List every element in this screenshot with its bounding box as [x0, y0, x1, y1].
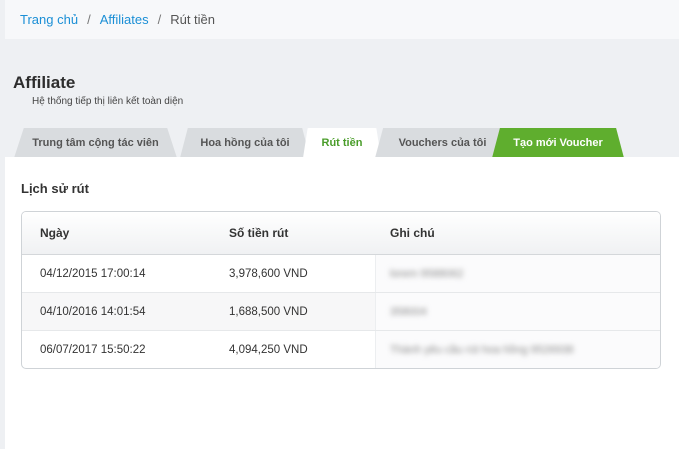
table-row: 04/12/2015 17:00:14 3,978,600 VND lorem …: [22, 255, 660, 293]
page-subtitle: Hệ thống tiếp thị liên kết toàn diện: [32, 96, 184, 107]
breadcrumb-separator: /: [157, 12, 162, 27]
tab-label: Trung tâm cộng tác viên: [32, 137, 159, 149]
page-title: Affiliate: [13, 73, 76, 92]
cell-note: Thành yêu cầu rút hoa hồng 9526938: [375, 331, 660, 368]
cell-amount: 1,688,500 VND: [229, 305, 308, 318]
cell-date: 04/10/2016 14:01:54: [40, 305, 146, 318]
column-header-amount: Số tiền rút: [229, 226, 289, 240]
cell-note: lorem 9588062: [375, 255, 660, 292]
table-row: 06/07/2017 15:50:22 4,094,250 VND Thành …: [22, 331, 660, 368]
note-text: 358004: [390, 305, 427, 318]
table-row: 04/10/2016 14:01:54 1,688,500 VND 358004: [22, 293, 660, 331]
section-title: Lịch sử rút: [21, 181, 89, 196]
tab-label: Hoa hồng của tôi: [200, 137, 290, 149]
column-header-date: Ngày: [40, 226, 70, 240]
withdraw-panel: Lịch sử rút Ngày Số tiền rút Ghi chú 04/…: [5, 157, 679, 449]
breadcrumb-current: Rút tiền: [170, 12, 216, 27]
tab-my-vouchers[interactable]: Vouchers của tôi: [375, 128, 510, 158]
tab-label: Tạo mới Voucher: [513, 137, 603, 149]
cell-amount: 3,978,600 VND: [229, 267, 308, 280]
cell-amount: 4,094,250 VND: [229, 344, 308, 356]
breadcrumb-affiliates-link[interactable]: Affiliates: [100, 12, 149, 27]
breadcrumb-home-link[interactable]: Trang chủ: [20, 12, 78, 27]
table-header: Ngày Số tiền rút Ghi chú: [22, 212, 660, 255]
tab-label: Rút tiền: [321, 137, 363, 149]
tab-create-voucher[interactable]: Tạo mới Voucher: [492, 128, 624, 158]
breadcrumb-separator: /: [87, 12, 91, 27]
cell-note: 358004: [375, 293, 660, 330]
cell-date: 04/12/2015 17:00:14: [40, 267, 146, 280]
note-text: lorem 9588062: [390, 267, 464, 280]
tab-my-commission[interactable]: Hoa hồng của tôi: [180, 128, 310, 158]
tab-bar: Trung tâm cộng tác viên Hoa hồng của tôi…: [14, 128, 679, 158]
breadcrumb: Trang chủ / Affiliates / Rút tiền: [5, 0, 679, 39]
cell-date: 06/07/2017 15:50:22: [40, 344, 146, 356]
note-text: Thành yêu cầu rút hoa hồng 9526938: [390, 344, 574, 356]
column-header-note: Ghi chú: [390, 226, 435, 240]
withdraw-history-table: Ngày Số tiền rút Ghi chú 04/12/2015 17:0…: [21, 211, 661, 369]
tab-affiliate-center[interactable]: Trung tâm cộng tác viên: [14, 128, 177, 158]
tab-withdraw[interactable]: Rút tiền: [303, 128, 381, 158]
tab-label: Vouchers của tôi: [398, 137, 487, 149]
